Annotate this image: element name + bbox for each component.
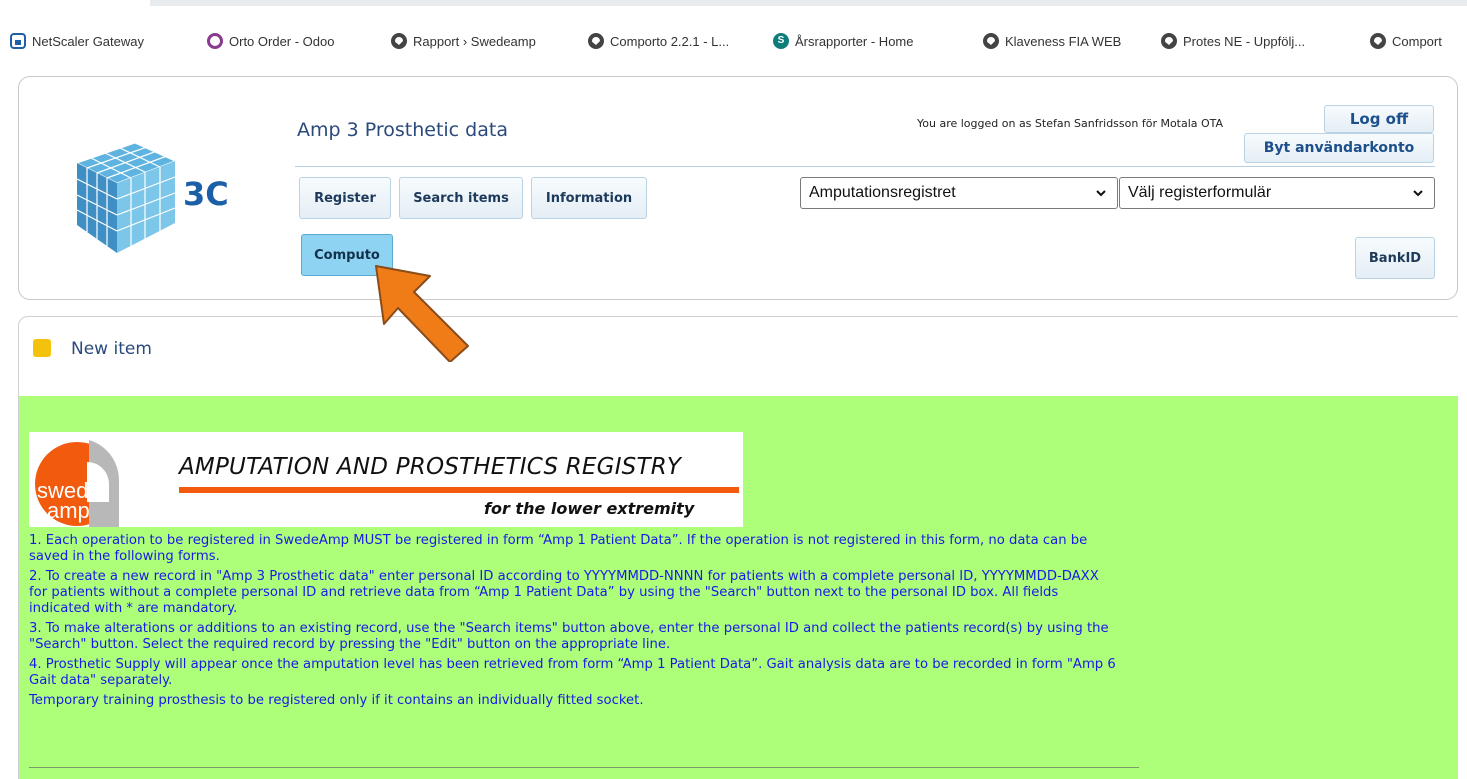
instruction-item: 4. Prosthetic Supply will appear once th…: [29, 657, 1116, 688]
instruction-item: 2. To create a new record in "Amp 3 Pros…: [29, 569, 1099, 616]
bookmark-label: Rapport › Swedeamp: [413, 33, 536, 49]
instruction-item: 3. To make alterations or additions to a…: [29, 621, 1109, 652]
bookmark-label: Comport: [1392, 33, 1442, 49]
register-button[interactable]: Register: [299, 177, 391, 219]
information-button[interactable]: Information: [531, 177, 647, 219]
bookmark-label: NetScaler Gateway: [32, 33, 144, 49]
bankid-button[interactable]: BankID: [1355, 237, 1435, 279]
bookmark-klaveness[interactable]: Klaveness FIA WEB: [983, 28, 1121, 54]
bookmark-label: Orto Order - Odoo: [229, 33, 335, 49]
registry-subtitle: for the lower extremity: [484, 499, 695, 518]
registry-banner: swede amp AMPUTATION AND PROSTHETICS REG…: [29, 432, 743, 527]
new-item-link[interactable]: New item: [71, 339, 152, 359]
log-off-button[interactable]: Log off: [1324, 105, 1434, 133]
title-divider: [295, 166, 1435, 167]
bookmarks-bar: NetScaler Gateway Orto Order - Odoo Rapp…: [0, 0, 1467, 64]
swedeamp-logo: swede amp: [35, 440, 119, 527]
instructions: 1. Each operation to be registered in Sw…: [29, 533, 1119, 713]
search-items-button[interactable]: Search items: [399, 177, 523, 219]
bottom-divider: [29, 767, 1139, 768]
bookmark-arsrapporter[interactable]: S Årsrapporter - Home: [773, 28, 913, 54]
form-select[interactable]: Välj registerformulär: [1119, 177, 1435, 209]
logged-on-text: You are logged on as Stefan Sanfridsson …: [917, 117, 1224, 130]
bookmark-netscaler[interactable]: NetScaler Gateway: [10, 28, 144, 54]
registry-select-value: Amputationsregistret: [809, 184, 956, 201]
chevron-down-icon: [1413, 190, 1423, 197]
ring-icon: [207, 33, 223, 49]
form-select-value: Välj registerformulär: [1128, 184, 1272, 201]
logo-text: 3C: [183, 175, 229, 213]
bookmark-label: Klaveness FIA WEB: [1005, 33, 1122, 49]
new-item-bar: New item: [18, 316, 1458, 396]
globe-icon: [588, 33, 604, 49]
globe-icon: [1161, 33, 1177, 49]
registry-select[interactable]: Amputationsregistret: [800, 177, 1118, 209]
bookmark-label: Protes NE - Uppfölj...: [1183, 33, 1306, 49]
bookmark-row: NetScaler Gateway Orto Order - Odoo Rapp…: [0, 28, 1467, 54]
logo-bottom-text: amp: [47, 498, 90, 523]
switch-account-button[interactable]: Byt användarkonto: [1244, 133, 1434, 163]
instruction-item: 1. Each operation to be registered in Sw…: [29, 533, 1088, 564]
bookmark-protes-ne[interactable]: Protes NE - Uppfölj...: [1161, 28, 1305, 54]
content-area: swede amp AMPUTATION AND PROSTHETICS REG…: [18, 396, 1458, 779]
bookmark-orto-order[interactable]: Orto Order - Odoo: [207, 28, 334, 54]
globe-icon: [1370, 33, 1386, 49]
registry-title: AMPUTATION AND PROSTHETICS REGISTRY: [179, 454, 682, 480]
registry-title-bar: [179, 487, 739, 493]
tab-strip-edge: [150, 0, 1467, 6]
lock-icon: [10, 33, 26, 49]
globe-icon: [983, 33, 999, 49]
sharepoint-icon: S: [773, 33, 789, 49]
cube-logo: 3C: [75, 143, 229, 253]
bookmark-label: Årsrapporter - Home: [795, 33, 914, 49]
header-panel: 3C Amp 3 Prosthetic data You are logged …: [18, 76, 1458, 300]
instruction-item: Temporary training prosthesis to be regi…: [29, 693, 644, 708]
chevron-down-icon: [1096, 190, 1106, 197]
page-title: Amp 3 Prosthetic data: [297, 119, 508, 141]
new-item-icon: [33, 339, 51, 357]
bookmark-comporto[interactable]: Comporto 2.2.1 - L...: [588, 28, 729, 54]
globe-icon: [391, 33, 407, 49]
bookmark-label: Comporto 2.2.1 - L...: [610, 33, 730, 49]
bookmark-rapport-swedeamp[interactable]: Rapport › Swedeamp: [391, 28, 536, 54]
bookmark-comport[interactable]: Comport: [1370, 28, 1442, 54]
annotation-arrow-icon: [375, 265, 469, 362]
